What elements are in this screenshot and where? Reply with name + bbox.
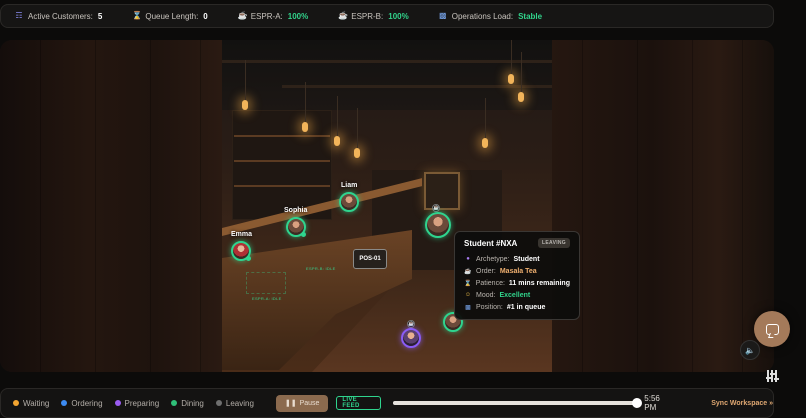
card-row-order: ☕ Order: Masala Tea [464,265,570,277]
stat-queue-length: ⌛ Queue Length: 0 [132,12,207,21]
live-feed-badge[interactable]: LIVE FEED [336,396,382,410]
customer-name: Emma [231,231,253,238]
stats-bar: ☶ Active Customers: 5 ⌛ Queue Length: 0 … [0,4,774,28]
legend-label: Waiting [23,398,50,408]
pos-terminal-label[interactable]: POS-01 [353,249,387,269]
stat-value: 100% [287,11,309,21]
customer-avatar[interactable] [425,212,451,238]
card-row-position: ▩ Position: #1 in queue [464,301,570,313]
scene-backdrop-right [552,40,774,372]
chart-icon: ▩ [465,304,471,311]
chat-button[interactable] [754,311,790,347]
legend-label: Preparing [124,398,160,408]
timeline-knob[interactable] [632,398,643,408]
chart-icon: ▩ [438,11,447,20]
status-dot [215,400,222,406]
row-value: 11 mins remaining [508,279,570,287]
stat-value: 5 [97,11,103,21]
pause-label: Pause [299,399,320,407]
stat-label: Active Customers: [28,11,93,21]
stat-label: ESPR-A: [250,11,283,21]
customer-name: Liam [341,182,358,189]
legend-label: Leaving [225,398,254,408]
status-mini-icon: ☕ [407,320,415,328]
customer-detail-card: Student #NXA LEAVING ● Archetype: Studen… [454,231,580,320]
stat-operations-load: ▩ Operations Load: Stable [439,12,542,21]
row-label: Order: [476,267,496,275]
timeline-fill [393,401,638,405]
volume-button[interactable]: 🔈 [740,340,760,360]
status-dot [13,400,19,406]
status-dot [61,400,68,406]
row-value: #1 in queue [506,303,546,311]
status-mini-icon: ☕ [432,204,440,212]
row-value: Masala Tea [499,267,537,275]
stat-active-customers: ☶ Active Customers: 5 [15,12,102,21]
stat-value: 100% [388,11,409,21]
legend-label: Dining [181,398,204,408]
legend-item-dining: Dining [171,399,204,408]
row-value: Student [513,255,540,263]
customer-avatar[interactable] [286,217,306,237]
time-display: 5:56 PM [644,394,660,412]
stat-value: Stable [518,11,543,21]
status-dot [171,400,178,406]
stat-label: Operations Load: [451,11,514,21]
row-label: Archetype: [476,255,510,263]
customer-avatar[interactable] [339,192,359,212]
cafe-scene[interactable]: ESPR-B: IDLE ESPR-A: IDLE Liam Sophia Em… [0,40,774,372]
scene-backdrop-left [0,40,222,372]
legend-item-waiting: Waiting [13,399,49,408]
coffee-cup-icon: ☕ [237,11,248,20]
zone-label: ESPR-B: IDLE [306,266,336,271]
legend-item-preparing: Preparing [114,398,160,408]
stat-espr-a: ☕ ESPR-A: 100% [238,12,308,21]
pause-button[interactable]: ❚❚ Pause [275,394,329,412]
timeline-slider[interactable] [393,398,643,408]
hourglass-icon: ⌛ [132,11,143,20]
card-row-mood: ☺ Mood: Excellent [464,289,570,301]
card-row-patience: ⌛ Patience: 11 mins remaining [464,277,570,289]
status-dot [114,400,121,406]
row-label: Patience: [475,279,505,287]
smile-icon: ☺ [464,292,472,298]
coffee-cup-icon: ☕ [338,11,349,20]
zone-label: ESPR-A: IDLE [252,296,282,301]
status-badge: LEAVING [538,238,570,248]
row-label: Position: [476,303,503,311]
card-title: Student #NXA [464,238,518,248]
zone-box [246,272,286,294]
settings-sliders-button[interactable] [760,364,784,388]
customer-avatar[interactable] [231,241,251,261]
legend-label: Ordering [71,398,103,408]
row-label: Mood: [476,291,496,299]
person-icon: ● [466,256,470,262]
customer-avatar[interactable] [401,328,421,348]
card-row-archetype: ● Archetype: Student [464,253,570,265]
coffee-cup-icon: ☕ [464,268,472,275]
row-value: Excellent [499,291,531,299]
stat-value: 0 [203,11,208,21]
volume-icon: 🔈 [745,345,755,355]
stat-label: Queue Length: [145,11,199,21]
legend-item-ordering: Ordering [61,398,103,408]
wall-logo [424,172,460,210]
chat-icon [765,323,779,335]
cafe-interior-image [222,40,552,372]
legend-item-leaving: Leaving [215,398,254,408]
customer-name: Sophia [284,207,308,214]
hourglass-icon: ⌛ [464,280,472,287]
stat-espr-b: ☕ ESPR-B: 100% [338,12,408,21]
sync-workspace-button[interactable]: Sync Workspace » [711,400,773,407]
pause-icon: ❚❚ [284,400,297,407]
stat-label: ESPR-B: [351,11,384,21]
sliders-icon [766,370,779,382]
users-icon: ☶ [15,11,23,20]
